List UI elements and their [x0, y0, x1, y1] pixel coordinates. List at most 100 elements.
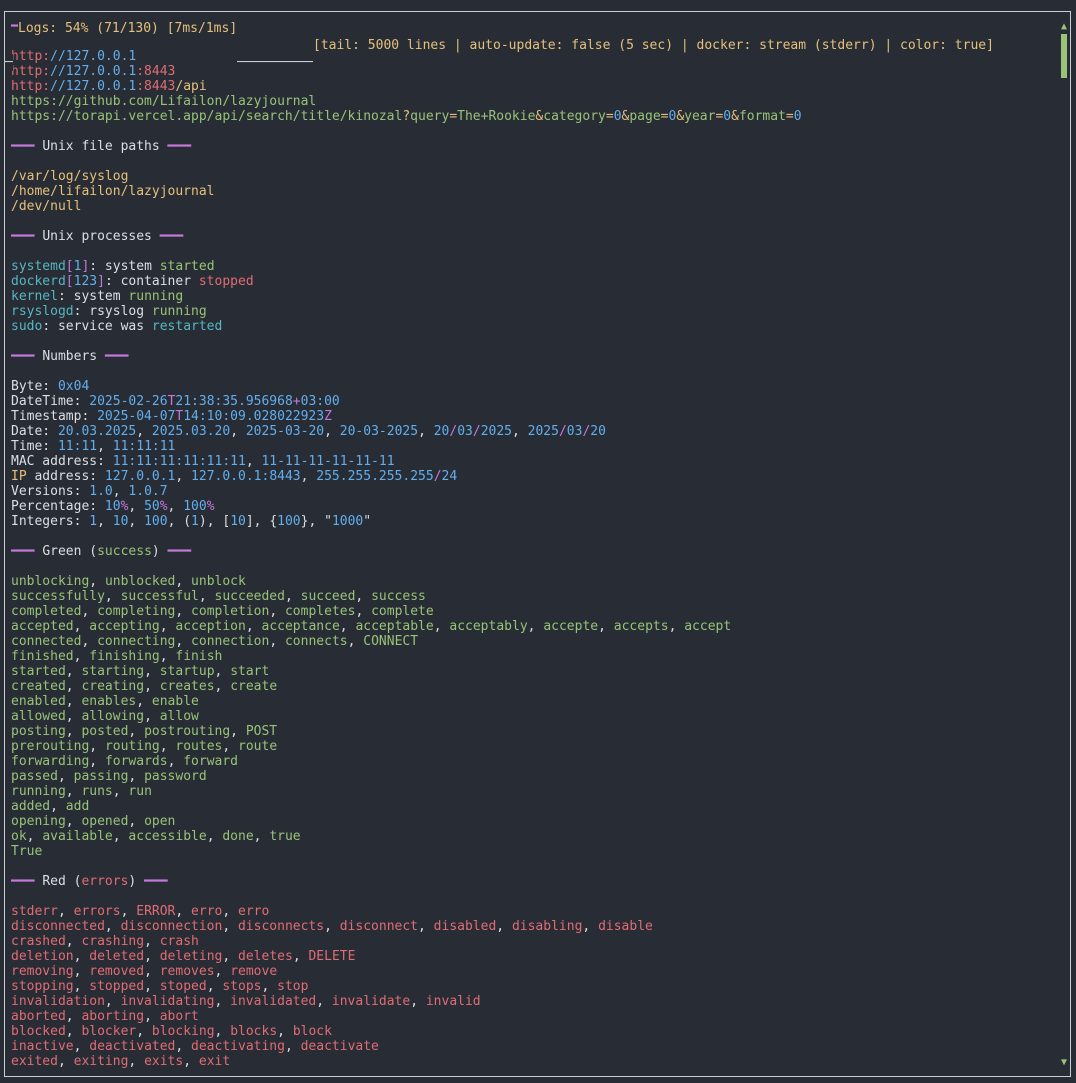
log-token: , [277, 1024, 293, 1039]
log-line: True [11, 844, 1051, 859]
log-token: , [89, 754, 105, 769]
log-token: , [347, 634, 364, 649]
log-token: ], { [245, 514, 278, 529]
logs-panel-title-bar: Logs: 54% (71/130) [7ms/1ms] [tail: 5000… [0, 3, 1076, 71]
log-token: exited [11, 1054, 58, 1069]
log-token: creating [81, 679, 145, 694]
log-token: : rsyslog [73, 304, 152, 319]
log-token: , [159, 649, 176, 664]
log-token: 20 [590, 424, 606, 439]
log-token: , [214, 1024, 231, 1039]
log-token: , [73, 964, 90, 979]
log-token: blocker [81, 1024, 137, 1039]
log-output[interactable]: ━━━ URL ━━━ http://127.0.0.1http://127.0… [11, 19, 1051, 1069]
log-line: ok, available, accessible, done, true [11, 829, 1051, 844]
log-token: , [410, 994, 426, 1009]
log-token: page [629, 109, 661, 124]
log-token: unblocked [104, 574, 176, 589]
log-line: ━━━ Unix file paths ━━━ [11, 139, 1051, 154]
scroll-up-arrow-icon[interactable]: ▲ [1058, 21, 1070, 33]
log-token: accepte [543, 619, 599, 634]
log-token: add [65, 799, 90, 814]
log-token: , [214, 994, 231, 1009]
log-token: open [144, 814, 176, 829]
log-token: rsyslogd [11, 304, 74, 319]
log-token: , [159, 739, 176, 754]
log-scrollbar[interactable]: ▲ ▼ [1058, 21, 1070, 1069]
log-token: , [128, 514, 145, 529]
scroll-down-arrow-icon[interactable]: ▼ [1058, 1057, 1070, 1069]
log-token: inactive [11, 1039, 74, 1054]
log-line: stopping, stopped, stoped, stops, stop [11, 979, 1051, 994]
log-token: acceptance [261, 619, 340, 634]
log-token: , [144, 1009, 160, 1024]
log-token: disconnection [120, 919, 223, 934]
log-token: Timestamp: [11, 409, 98, 424]
log-token: complete [371, 604, 434, 619]
log-token: deleted [89, 949, 145, 964]
log-line: blocked, blocker, blocking, blocks, bloc… [11, 1024, 1051, 1039]
log-token: erro [238, 904, 270, 919]
log-token: Z [324, 409, 332, 424]
log-token: 11:11:11 [112, 439, 176, 454]
log-token: accepts [613, 619, 669, 634]
log-token: ━━━ [144, 874, 168, 889]
log-token: Byte: [11, 379, 58, 394]
log-token: , [50, 799, 66, 814]
log-token: connected [11, 634, 82, 649]
log-line: MAC address: 11:11:11:11:11:11, 11-11-11… [11, 454, 1051, 469]
log-line: running, runs, run [11, 784, 1051, 799]
log-token: completed [11, 604, 82, 619]
log-token: " [363, 514, 372, 529]
log-token: 2025-02-26 [89, 394, 168, 409]
log-token: , [104, 589, 121, 604]
log-token: finished [11, 649, 74, 664]
log-token: invalidated [230, 994, 317, 1009]
log-token: 20 [433, 424, 450, 439]
log-token: completing [97, 604, 176, 619]
log-token: ), [ [198, 514, 231, 529]
log-token: , [65, 679, 82, 694]
log-token: starting [81, 664, 145, 679]
log-token: completion [191, 604, 270, 619]
log-token: 127.0.0.1:8443 [191, 469, 301, 484]
log-token: Red ( [42, 874, 82, 889]
log-token: 1.0.7 [128, 484, 168, 499]
log-token: , [598, 619, 614, 634]
log-token: , [89, 739, 105, 754]
log-token: , [159, 619, 176, 634]
log-token: errors [73, 904, 121, 919]
log-token: , [214, 964, 231, 979]
log-token: ? [402, 109, 411, 124]
log-token: dockerd [11, 274, 66, 289]
log-token: successful [120, 589, 199, 604]
log-token: , [284, 1039, 301, 1054]
log-token: stderr [11, 904, 58, 919]
log-token: crash [159, 934, 199, 949]
scrollbar-thumb[interactable] [1061, 34, 1067, 78]
log-line: disconnected, disconnection, disconnects… [11, 919, 1051, 934]
log-token: 1.0 [89, 484, 113, 499]
log-token: , [65, 709, 82, 724]
log-token: = [785, 109, 794, 124]
log-token: /home/lifailon/lazyjournal [11, 184, 215, 199]
log-line: successfully, successful, succeeded, suc… [11, 589, 1051, 604]
log-token: created [11, 679, 66, 694]
log-token: invalidate [331, 994, 411, 1009]
log-token: finishing [89, 649, 160, 664]
log-line: ━━━ Red (errors) ━━━ [11, 874, 1051, 889]
log-token: , [128, 769, 145, 784]
log-token: exiting [73, 1054, 129, 1069]
log-token: / [433, 469, 442, 484]
log-token: , [261, 979, 278, 994]
log-token: ━━━ [104, 349, 129, 364]
log-line: /home/lifailon/lazyjournal [11, 184, 1051, 199]
log-token: deactivate [300, 1039, 379, 1054]
log-line: opening, opened, open [11, 814, 1051, 829]
log-line: Integers: 1, 10, 100, (1), [10], {100}, … [11, 514, 1051, 529]
log-token: 1 [89, 514, 98, 529]
